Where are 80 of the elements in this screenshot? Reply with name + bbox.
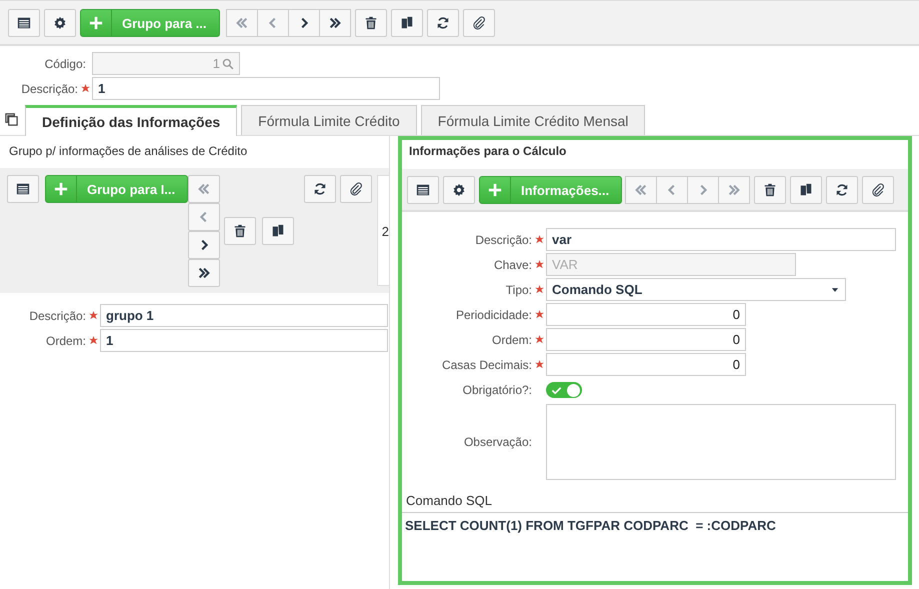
field-label: Tipo: [504,282,532,296]
type-dropdown[interactable]: Comando SQL [546,278,846,301]
delete-icon [763,183,777,197]
nav-button[interactable] [288,9,320,37]
refresh-button[interactable] [304,175,336,203]
settings-button[interactable] [443,176,475,204]
delete-icon [233,224,247,238]
double-left-icon [235,16,249,30]
double-right-icon [328,16,342,30]
delete-button[interactable] [224,217,256,245]
copy-icon [271,224,285,238]
field-label: Descrição: [474,232,532,246]
field-label: Observação: [462,435,532,449]
copy-button[interactable] [790,176,822,204]
field-label: Código: [44,56,87,70]
copy-icon [400,16,414,30]
settings-icon [452,183,466,197]
field-label: Descrição: [20,82,78,96]
number-field[interactable]: 0 [546,303,746,326]
refresh-button[interactable] [427,9,459,37]
grid-icon [17,16,31,30]
attachment-button[interactable] [340,175,372,203]
settings-icon [53,16,67,30]
plus-icon [488,183,502,197]
attachment-icon [871,183,885,197]
nav-button[interactable] [319,9,351,37]
copy-icon [4,112,19,127]
number-field[interactable]: 0 [546,353,746,376]
copy-icon [799,183,813,197]
field-label: Descrição: [28,308,86,322]
attachment-icon [472,16,486,30]
input-field[interactable]: 1 [100,329,388,352]
field-label: Chave: [492,258,532,272]
nav-button[interactable] [188,231,220,259]
number-field[interactable]: 0 [546,328,746,351]
refresh-icon [436,16,450,30]
input-field[interactable]: var [546,228,896,251]
field-label: Obrigatório?: [462,383,532,397]
panel-title: Grupo p/ informações de análises de Crédito [8,143,248,160]
grid-button[interactable] [7,175,39,203]
refresh-icon [835,183,849,197]
search-icon [222,58,234,70]
toggle-switch[interactable] [546,382,582,398]
attachment-button[interactable] [463,9,495,37]
copy-button[interactable] [391,9,423,37]
double-left-icon [634,183,648,197]
grid-icon [16,182,30,196]
plus-icon [54,182,68,196]
tab[interactable]: Fórmula Limite Crédito [241,105,417,135]
refresh-button[interactable] [826,176,858,204]
copy-button[interactable] [262,217,294,245]
double-right-icon [197,266,211,280]
delete-icon [364,16,378,30]
grid-icon [416,183,430,197]
description-field[interactable]: 1 [92,77,440,100]
field-label: Periodicidade: [454,308,532,322]
grid-button[interactable] [8,9,40,37]
panel-title: Informações para o Cálculo [408,143,568,160]
double-right-icon [727,183,741,197]
refresh-icon [313,182,327,196]
double-left-icon [197,182,211,196]
field-label: Casas Decimais: [440,358,532,372]
delete-button[interactable] [754,176,786,204]
delete-button[interactable] [355,9,387,37]
tab[interactable]: Fórmula Limite Crédito Mensal [420,105,646,135]
nav-button[interactable] [188,259,220,287]
sql-editor[interactable]: SELECT COUNT(1) FROM TGFPAR CODPARC = :CODPARC [402,512,908,581]
settings-button[interactable] [44,9,76,37]
record-card-value: 2 [382,224,389,239]
check-icon [551,384,562,396]
grid-button[interactable] [407,176,439,204]
tab[interactable]: Definição das Informações [25,105,238,136]
input-field[interactable]: grupo 1 [100,304,388,327]
plus-icon [89,16,103,30]
attachment-button[interactable] [862,176,894,204]
field-label: Ordem: [490,332,532,346]
field-label: Comando SQL [405,492,493,510]
attachment-icon [349,182,363,196]
notes-field[interactable] [546,404,896,480]
field-label: Ordem: [44,334,86,348]
